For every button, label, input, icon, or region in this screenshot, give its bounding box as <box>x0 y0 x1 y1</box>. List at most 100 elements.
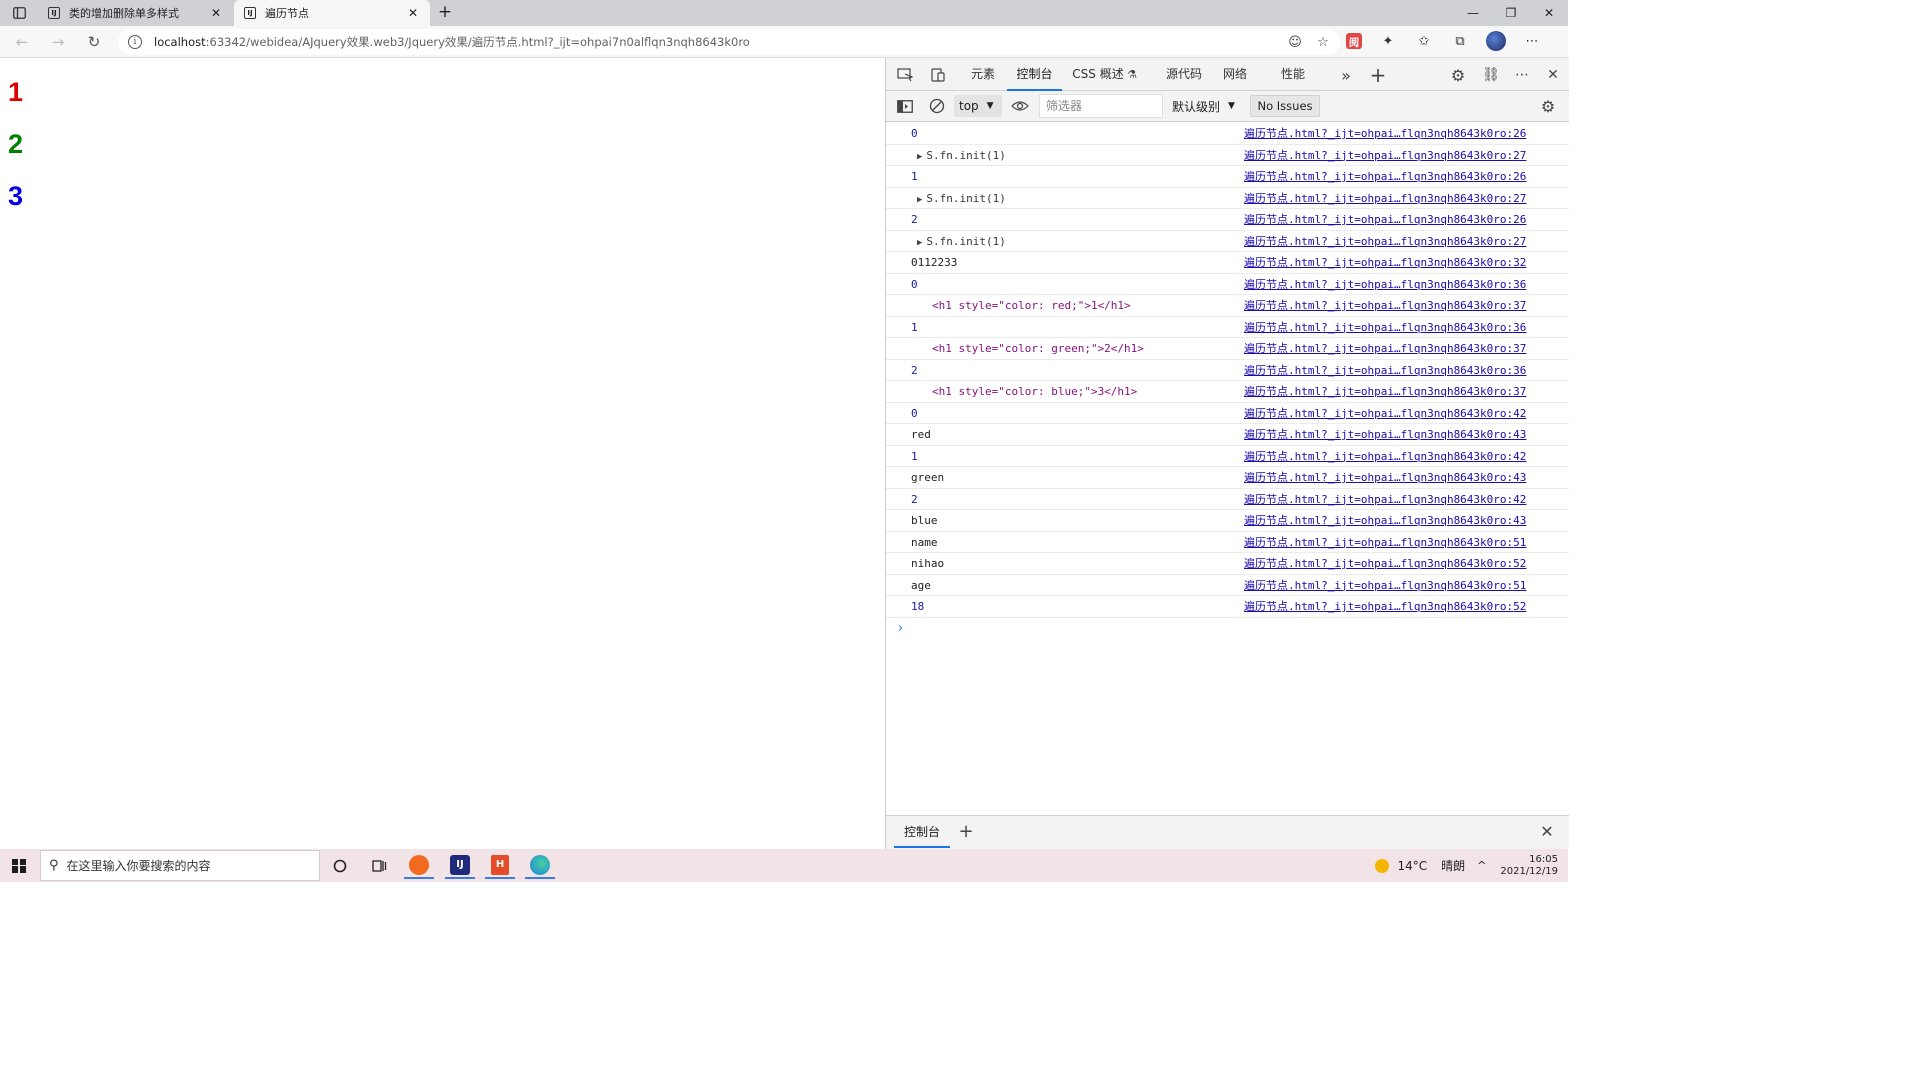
back-icon[interactable]: ← <box>12 32 32 52</box>
expand-triangle-icon[interactable]: ▶ <box>917 238 922 248</box>
context-selector[interactable]: top ▼ <box>954 95 1002 117</box>
console-message: 1 遍历节点.html?_ijt=ohpai…flqn3nqh8643k0ro:3… <box>886 317 1569 338</box>
address-bar[interactable]: i localhost:63342/webidea/AJquery效果.web3… <box>118 29 1340 55</box>
source-link[interactable]: 遍历节点.html?_ijt=ohpai…flqn3nqh8643k0ro:37 <box>1244 295 1526 316</box>
extensions-puzzle-icon[interactable]: ✦ <box>1378 31 1398 51</box>
collections-icon[interactable]: ⧉ <box>1450 31 1470 51</box>
source-link[interactable]: 遍历节点.html?_ijt=ohpai…flqn3nqh8643k0ro:27 <box>1244 188 1526 209</box>
weather-sun-icon[interactable] <box>1375 858 1390 873</box>
tray-overflow-icon[interactable]: ^ <box>1477 859 1486 872</box>
console-element[interactable]: <h1 style="color: blue;">3</h1> <box>932 381 1137 402</box>
console-settings-gear-icon[interactable]: ⚙ <box>1538 96 1558 116</box>
inspect-element-icon[interactable] <box>895 65 915 85</box>
console-element[interactable]: <h1 style="color: green;">2</h1> <box>932 338 1144 359</box>
search-icon: ⚲ <box>49 858 59 873</box>
source-link[interactable]: 遍历节点.html?_ijt=ohpai…flqn3nqh8643k0ro:51 <box>1244 532 1526 553</box>
taskbar-edge-icon[interactable] <box>525 852 555 879</box>
console-message: age 遍历节点.html?_ijt=ohpai…flqn3nqh8643k0ro… <box>886 575 1569 596</box>
read-aloud-icon[interactable]: ☺ <box>1286 33 1304 51</box>
taskbar-search[interactable]: ⚲ 在这里输入你要搜索的内容 <box>40 850 320 881</box>
settings-gear-icon[interactable]: ⚙ <box>1448 65 1468 85</box>
weather-text[interactable]: 晴朗 <box>1441 857 1465 874</box>
connection-icon[interactable]: ⛓ <box>1481 65 1501 85</box>
expand-triangle-icon[interactable]: ▶ <box>917 195 922 205</box>
source-link[interactable]: 遍历节点.html?_ijt=ohpai…flqn3nqh8643k0ro:52 <box>1244 596 1526 617</box>
new-tab-button[interactable]: + <box>436 3 454 21</box>
start-button[interactable] <box>0 849 38 882</box>
live-expression-eye-icon[interactable] <box>1010 96 1030 116</box>
extension-icon[interactable]: 阅 <box>1346 33 1362 49</box>
devtools-tab-network[interactable]: 网络 <box>1221 58 1249 91</box>
site-info-icon[interactable]: i <box>128 35 142 49</box>
close-devtools-icon[interactable]: ✕ <box>1543 65 1563 85</box>
console-value: 2 <box>911 489 918 510</box>
more-options-icon[interactable]: ⋯ <box>1512 65 1532 85</box>
add-drawer-tab-icon[interactable]: + <box>956 822 976 842</box>
taskbar-hbuilder-icon[interactable]: H <box>485 852 515 879</box>
favorites-icon[interactable]: ✩ <box>1414 31 1434 51</box>
more-tabs-icon[interactable]: » <box>1336 65 1356 85</box>
source-link[interactable]: 遍历节点.html?_ijt=ohpai…flqn3nqh8643k0ro:51 <box>1244 575 1526 596</box>
source-link[interactable]: 遍历节点.html?_ijt=ohpai…flqn3nqh8643k0ro:26 <box>1244 209 1526 230</box>
tab-title: 遍历节点 <box>265 7 309 20</box>
console-object[interactable]: ▶ S.fn.init(1) <box>917 231 1006 254</box>
close-icon[interactable]: ✕ <box>209 6 223 20</box>
url-text[interactable]: localhost:63342/webidea/AJquery效果.web3/J… <box>154 34 750 50</box>
minimize-icon[interactable]: — <box>1454 0 1492 26</box>
source-link[interactable]: 遍历节点.html?_ijt=ohpai…flqn3nqh8643k0ro:42 <box>1244 489 1526 510</box>
taskbar-app-1-icon[interactable] <box>404 852 434 879</box>
devtools-tab-performance[interactable]: 性能 <box>1279 58 1307 91</box>
source-link[interactable]: 遍历节点.html?_ijt=ohpai…flqn3nqh8643k0ro:43 <box>1244 467 1526 488</box>
source-link[interactable]: 遍历节点.html?_ijt=ohpai…flqn3nqh8643k0ro:27 <box>1244 145 1526 166</box>
source-link[interactable]: 遍历节点.html?_ijt=ohpai…flqn3nqh8643k0ro:36 <box>1244 274 1526 295</box>
devtools-tab-css-overview[interactable]: CSS 概述 <box>1072 58 1124 91</box>
source-link[interactable]: 遍历节点.html?_ijt=ohpai…flqn3nqh8643k0ro:27 <box>1244 231 1526 252</box>
log-level-dropdown[interactable]: 默认级别 ▼ <box>1172 95 1235 117</box>
console-object[interactable]: ▶ S.fn.init(1) <box>917 145 1006 168</box>
source-link[interactable]: 遍历节点.html?_ijt=ohpai…flqn3nqh8643k0ro:36 <box>1244 317 1526 338</box>
console-message-text: 2 <box>911 213 918 226</box>
source-link[interactable]: 遍历节点.html?_ijt=ohpai…flqn3nqh8643k0ro:36 <box>1244 360 1526 381</box>
close-icon[interactable]: ✕ <box>406 6 420 20</box>
add-tab-icon[interactable]: + <box>1368 63 1388 87</box>
devtools-tab-sources[interactable]: 源代码 <box>1164 58 1204 91</box>
temperature[interactable]: 14°C <box>1397 859 1427 873</box>
restore-icon[interactable]: ❐ <box>1492 0 1530 26</box>
console-element[interactable]: <h1 style="color: red;">1</h1> <box>932 295 1131 316</box>
tab-actions-icon[interactable] <box>8 4 30 22</box>
forward-icon[interactable]: → <box>48 32 68 52</box>
clear-console-icon[interactable] <box>927 96 947 116</box>
source-link[interactable]: 遍历节点.html?_ijt=ohpai…flqn3nqh8643k0ro:52 <box>1244 553 1526 574</box>
cortana-icon[interactable] <box>325 852 355 879</box>
source-link[interactable]: 遍历节点.html?_ijt=ohpai…flqn3nqh8643k0ro:26 <box>1244 166 1526 187</box>
task-view-icon[interactable] <box>364 852 394 879</box>
close-drawer-icon[interactable]: ✕ <box>1537 822 1557 842</box>
source-link[interactable]: 遍历节点.html?_ijt=ohpai…flqn3nqh8643k0ro:37 <box>1244 381 1526 402</box>
source-link[interactable]: 遍历节点.html?_ijt=ohpai…flqn3nqh8643k0ro:42 <box>1244 446 1526 467</box>
devtools-tab-console[interactable]: 控制台 <box>1007 58 1062 91</box>
console-prompt[interactable]: › <box>886 618 1569 640</box>
console-filter-input[interactable]: 筛选器 <box>1039 94 1163 118</box>
source-link[interactable]: 遍历节点.html?_ijt=ohpai…flqn3nqh8643k0ro:37 <box>1244 338 1526 359</box>
device-toolbar-icon[interactable] <box>928 65 948 85</box>
issues-button[interactable]: No Issues <box>1250 95 1320 117</box>
source-link[interactable]: 遍历节点.html?_ijt=ohpai…flqn3nqh8643k0ro:43 <box>1244 510 1526 531</box>
close-window-icon[interactable]: ✕ <box>1530 0 1568 26</box>
source-link[interactable]: 遍历节点.html?_ijt=ohpai…flqn3nqh8643k0ro:42 <box>1244 403 1526 424</box>
browser-tab-1[interactable]: IJ 类的增加删除单多样式 ✕ <box>38 0 233 26</box>
more-menu-icon[interactable]: ⋯ <box>1522 31 1542 51</box>
devtools-tab-elements[interactable]: 元素 <box>966 58 1000 91</box>
add-favorite-icon[interactable]: ☆ <box>1314 33 1332 51</box>
profile-avatar[interactable] <box>1486 31 1506 51</box>
clock[interactable]: 16:05 2021/12/19 <box>1500 854 1558 878</box>
sidebar-toggle-icon[interactable] <box>895 96 915 116</box>
expand-triangle-icon[interactable]: ▶ <box>917 152 922 162</box>
console-object[interactable]: ▶ S.fn.init(1) <box>917 188 1006 211</box>
drawer-tab-console[interactable]: 控制台 <box>894 816 950 848</box>
source-link[interactable]: 遍历节点.html?_ijt=ohpai…flqn3nqh8643k0ro:43 <box>1244 424 1526 445</box>
browser-tab-2[interactable]: IJ 遍历节点 ✕ <box>234 0 430 26</box>
source-link[interactable]: 遍历节点.html?_ijt=ohpai…flqn3nqh8643k0ro:32 <box>1244 252 1526 273</box>
taskbar-intellij-icon[interactable]: IJ <box>445 852 475 879</box>
reload-icon[interactable]: ↻ <box>84 32 104 52</box>
source-link[interactable]: 遍历节点.html?_ijt=ohpai…flqn3nqh8643k0ro:26 <box>1244 123 1526 144</box>
